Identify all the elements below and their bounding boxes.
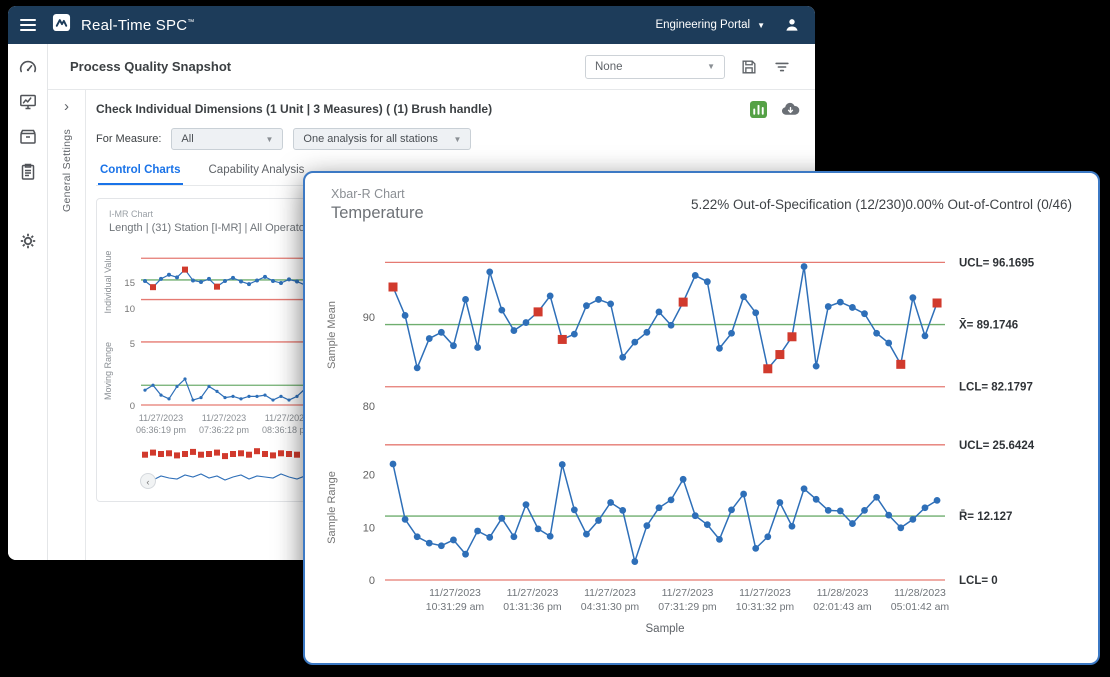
svg-text:11/27/2023: 11/27/2023 [662,587,714,599]
tab-control-charts[interactable]: Control Charts [98,164,183,185]
svg-text:UCL= 25.6424: UCL= 25.6424 [959,440,1035,452]
svg-text:15: 15 [124,278,135,289]
xbar-r-type-label: Xbar-R Chart [331,187,405,201]
preset-select[interactable]: None ▼ [585,55,725,79]
svg-text:Sample: Sample [646,623,685,635]
top-navbar: Real-Time SPC™ Engineering Portal▼ [8,6,815,44]
menu-icon[interactable] [20,16,42,34]
portal-selector[interactable]: Engineering Portal▼ [647,15,773,35]
general-settings-rail: › General Settings [48,90,86,560]
svg-text:20: 20 [363,470,375,482]
for-measure-label: For Measure: [96,133,161,145]
measure-select[interactable]: All ▼ [171,128,283,150]
clipboard-icon [18,162,38,182]
snapshot-panel-title: Check Individual Dimensions (1 Unit | 3 … [96,102,492,116]
svg-text:5: 5 [130,339,135,350]
svg-text:Sample Range: Sample Range [326,471,338,544]
preset-select-value: None [595,61,623,73]
rail-label: General Settings [61,129,73,212]
xbar-r-title: Temperature [331,204,424,223]
svg-text:11/27/2023: 11/27/2023 [507,587,559,599]
svg-text:06:36:19 pm: 06:36:19 pm [136,425,186,435]
svg-text:11/27/2023: 11/27/2023 [139,413,183,423]
svg-text:07:36:22 pm: 07:36:22 pm [199,425,249,435]
floppy-icon [740,58,758,76]
save-button[interactable] [740,58,758,76]
chevron-down-icon: ▼ [707,62,715,71]
monitor-chart-icon [18,92,38,112]
gear-icon [18,231,38,251]
measure-select-value: All [181,133,193,145]
app-title: Real-Time SPC™ [81,17,194,34]
sidebar-inventory-button[interactable] [15,124,41,150]
svg-text:R̄= 12.127: R̄= 12.127 [959,511,1012,523]
svg-text:01:31:36 pm: 01:31:36 pm [503,601,562,613]
analysis-select[interactable]: One analysis for all stations ▼ [293,128,471,150]
box-icon [18,127,38,147]
svg-text:11/28/2023: 11/28/2023 [894,587,946,599]
svg-text:90: 90 [363,312,375,324]
gauge-icon [18,57,38,77]
tab-capability-analysis[interactable]: Capability Analysis [207,164,307,185]
analysis-select-value: One analysis for all stations [303,133,438,145]
rail-expand-chevron-icon[interactable]: › [64,98,69,115]
svg-text:10:31:32 pm: 10:31:32 pm [736,601,795,613]
svg-text:0: 0 [369,575,375,587]
svg-text:07:31:29 pm: 07:31:29 pm [658,601,717,613]
svg-text:80: 80 [363,401,375,413]
svg-text:11/27/2023: 11/27/2023 [584,587,636,599]
chart-view-button[interactable] [750,101,767,118]
page-title: Process Quality Snapshot [70,59,231,74]
svg-text:X̄= 89.1746: X̄= 89.1746 [959,319,1018,331]
chevron-down-icon: ▼ [454,135,462,144]
svg-text:LCL= 82.1797: LCL= 82.1797 [959,382,1033,394]
cloud-download-icon [780,100,801,118]
sidebar-reports-button[interactable] [15,159,41,185]
svg-text:0: 0 [130,401,135,412]
page-header: Process Quality Snapshot None ▼ [48,44,815,90]
svg-text:10: 10 [124,304,135,315]
filter-button[interactable] [773,58,791,76]
chevron-down-icon: ▼ [266,135,274,144]
svg-text:Sample Mean: Sample Mean [326,301,338,369]
filter-list-icon [773,58,791,76]
svg-text:11/27/2023: 11/27/2023 [429,587,481,599]
sidebar-analysis-button[interactable] [15,89,41,115]
svg-text:‹: ‹ [146,477,149,488]
app-logo-icon [52,13,71,37]
svg-text:11/27/2023: 11/27/2023 [202,413,246,423]
svg-text:04:31:30 pm: 04:31:30 pm [581,601,640,613]
xbar-r-chart-canvas[interactable]: 80 90 Sample Mean UCL= 96.1695 X̄= 89.1746 LC… [313,233,1093,645]
svg-text:Moving Range: Moving Range [103,342,113,400]
svg-text:05:01:42 am: 05:01:42 am [891,601,950,613]
out-of-spec-stat: 5.22% Out-of-Specification (12/230) [691,197,906,212]
bar-chart-icon [750,101,767,118]
download-button[interactable] [780,100,801,118]
svg-text:11/28/2023: 11/28/2023 [817,587,869,599]
chevron-down-icon: ▼ [757,21,765,30]
out-of-control-stat: 0.00% Out-of-Control (0/46) [905,197,1072,212]
svg-text:11/27/2023: 11/27/2023 [739,587,791,599]
left-sidebar [8,44,48,560]
svg-text:Individual Value: Individual Value [103,251,113,314]
svg-text:02:01:43 am: 02:01:43 am [813,601,872,613]
user-icon[interactable] [783,16,801,34]
svg-text:10: 10 [363,522,375,534]
svg-text:10:31:29 am: 10:31:29 am [426,601,485,613]
sidebar-dashboard-button[interactable] [15,54,41,80]
svg-text:UCL= 96.1695: UCL= 96.1695 [959,257,1035,269]
svg-text:LCL= 0: LCL= 0 [959,575,998,587]
xbar-r-panel: Xbar-R Chart Temperature 5.22% Out-of-Sp… [303,171,1100,665]
sidebar-settings-button[interactable] [15,228,41,254]
